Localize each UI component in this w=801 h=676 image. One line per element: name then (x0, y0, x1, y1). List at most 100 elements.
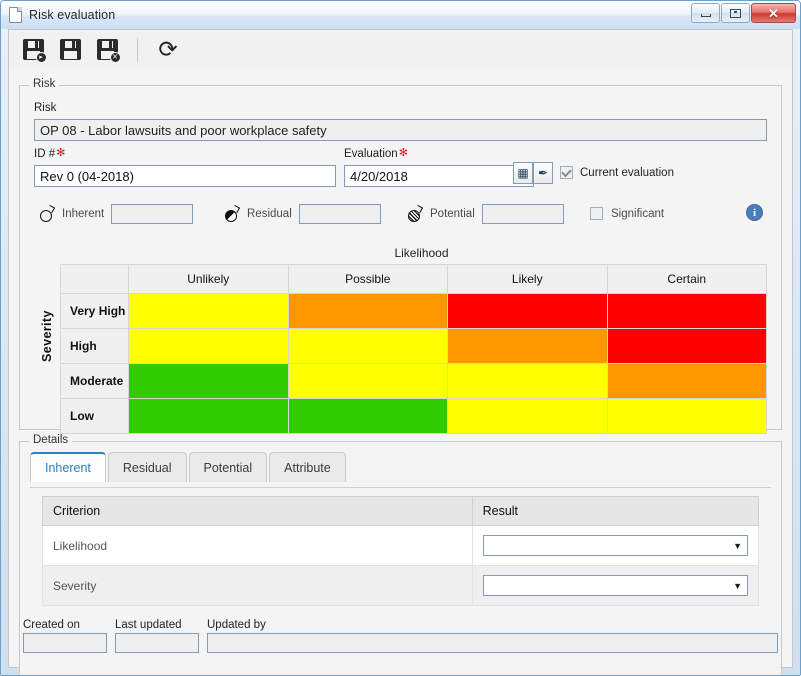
inherent-input[interactable] (111, 204, 194, 224)
tabs-underline (30, 487, 771, 488)
matrix-column-header: Certain (606, 264, 767, 294)
save-and-close-button[interactable]: ✕ (93, 36, 121, 64)
matrix-cell[interactable] (128, 328, 289, 364)
tab-residual[interactable]: Residual (107, 452, 187, 482)
matrix-cell[interactable] (606, 328, 767, 364)
matrix-cell[interactable] (287, 363, 448, 399)
form-content: Risk Risk ID #✻ Evaluation✻ ▦ ✒ (8, 69, 793, 675)
matrix-cell[interactable] (447, 328, 608, 364)
last-updated-label: Last updated (115, 619, 182, 631)
matrix-row-header: Low (60, 398, 129, 434)
criterion-column-header: Criterion (42, 496, 473, 526)
chevron-down-icon: ▼ (733, 580, 742, 591)
close-button[interactable]: ✕ (751, 3, 796, 23)
risk-matrix: Likelihood Severity Unlikely Possible Like… (34, 246, 767, 434)
new-badge-icon: ▸ (35, 52, 47, 63)
risk-input[interactable] (34, 119, 767, 141)
matrix-corner-cell (60, 264, 129, 294)
created-on-label: Created on (23, 619, 80, 631)
evaluation-date-input[interactable] (344, 165, 534, 187)
result-dropdown[interactable]: ▼ (482, 535, 748, 556)
risk-field-label: Risk (34, 102, 57, 114)
restore-button[interactable] (721, 3, 750, 23)
calendar-picker-button[interactable]: ▦ (513, 162, 533, 184)
matrix-cell[interactable] (606, 398, 767, 434)
severity-axis-title: Severity (40, 310, 54, 362)
save-and-new-button[interactable]: ▸ (19, 36, 47, 64)
residual-label: Residual (247, 208, 292, 220)
chevron-down-icon: ▼ (733, 540, 742, 551)
matrix-cell[interactable] (447, 293, 608, 329)
document-icon (9, 7, 22, 23)
current-evaluation-checkbox[interactable] (560, 166, 573, 179)
matrix-row-header: Moderate (60, 363, 129, 399)
residual-bomb-icon (225, 204, 241, 222)
window-title: Risk evaluation (29, 8, 116, 22)
risk-group: Risk Risk ID #✻ Evaluation✻ ▦ ✒ (19, 78, 782, 434)
inherent-label: Inherent (62, 208, 105, 220)
criterion-column-header: Result (471, 496, 760, 526)
matrix-cell[interactable] (606, 293, 767, 329)
inherent-bomb-icon (40, 204, 56, 222)
details-tabs: Inherent Residual Potential Attribute (30, 452, 348, 482)
matrix-row: High (60, 328, 767, 364)
restore-icon (730, 8, 741, 18)
tab-inherent[interactable]: Inherent (30, 452, 106, 482)
matrix-cell[interactable] (128, 293, 289, 329)
matrix-row-header: Very High (60, 293, 129, 329)
save-new-icon: ▸ (22, 39, 47, 63)
matrix-cell[interactable] (128, 363, 289, 399)
save-button[interactable] (56, 36, 84, 64)
details-group-title: Details (29, 434, 73, 446)
matrix-cell[interactable] (287, 328, 448, 364)
risk-matrix-table: Unlikely Possible Likely Certain Very High H… (60, 264, 767, 434)
id-required-icon: ✻ (56, 147, 66, 159)
residual-input[interactable] (298, 204, 381, 224)
calendar-icon: ▦ (517, 166, 529, 180)
result-cell: ▼ (471, 565, 760, 606)
criterion-cell: Likelihood (42, 525, 473, 566)
matrix-cell[interactable] (447, 398, 608, 434)
matrix-cell[interactable] (606, 363, 767, 399)
updated-by-input[interactable] (207, 633, 778, 653)
last-updated-input[interactable] (115, 633, 199, 653)
potential-label: Potential (430, 208, 475, 220)
save-icon (59, 39, 81, 60)
matrix-row: Low (60, 398, 767, 434)
created-on-input[interactable] (23, 633, 107, 653)
minimize-icon (700, 14, 711, 17)
matrix-cell[interactable] (287, 293, 448, 329)
footer: Created on Last updated Updated by (19, 619, 782, 659)
significant-label: Significant (611, 207, 665, 220)
potential-input[interactable] (481, 204, 564, 224)
clear-date-button[interactable]: ✒ (533, 162, 553, 184)
id-field-label: ID # (34, 148, 56, 160)
tab-attribute[interactable]: Attribute (269, 452, 346, 482)
minimize-button[interactable] (691, 3, 720, 23)
refresh-button[interactable]: ⟳ (154, 36, 182, 64)
save-close-icon: ✕ (96, 39, 121, 63)
evaluation-field-label: Evaluation (344, 148, 398, 160)
tab-potential[interactable]: Potential (188, 452, 268, 482)
toolbar: ▸ ✕ ⟳ (8, 29, 793, 69)
matrix-column-header: Likely (447, 264, 608, 294)
matrix-row: Moderate (60, 363, 767, 399)
result-cell: ▼ (471, 525, 760, 566)
criterion-cell: Severity (42, 565, 473, 606)
close-badge-icon: ✕ (109, 52, 121, 63)
matrix-cell[interactable] (447, 363, 608, 399)
risk-evaluation-window: Risk evaluation ✕ ▸ ✕ ⟳ Risk Risk OP 08 … (0, 0, 801, 676)
id-input[interactable] (34, 165, 336, 187)
matrix-cell[interactable] (128, 398, 289, 434)
updated-by-label: Updated by (207, 619, 266, 631)
matrix-row: Very High (60, 293, 767, 329)
matrix-cell[interactable] (287, 398, 448, 434)
brush-icon: ✒ (537, 166, 549, 180)
refresh-icon: ⟳ (158, 36, 178, 62)
significant-checkbox[interactable] (590, 207, 603, 220)
info-icon[interactable]: i (746, 204, 763, 221)
result-dropdown[interactable]: ▼ (482, 575, 748, 596)
matrix-column-header: Unlikely (128, 264, 289, 294)
matrix-row-header: High (60, 328, 129, 364)
toolbar-separator (137, 37, 138, 62)
